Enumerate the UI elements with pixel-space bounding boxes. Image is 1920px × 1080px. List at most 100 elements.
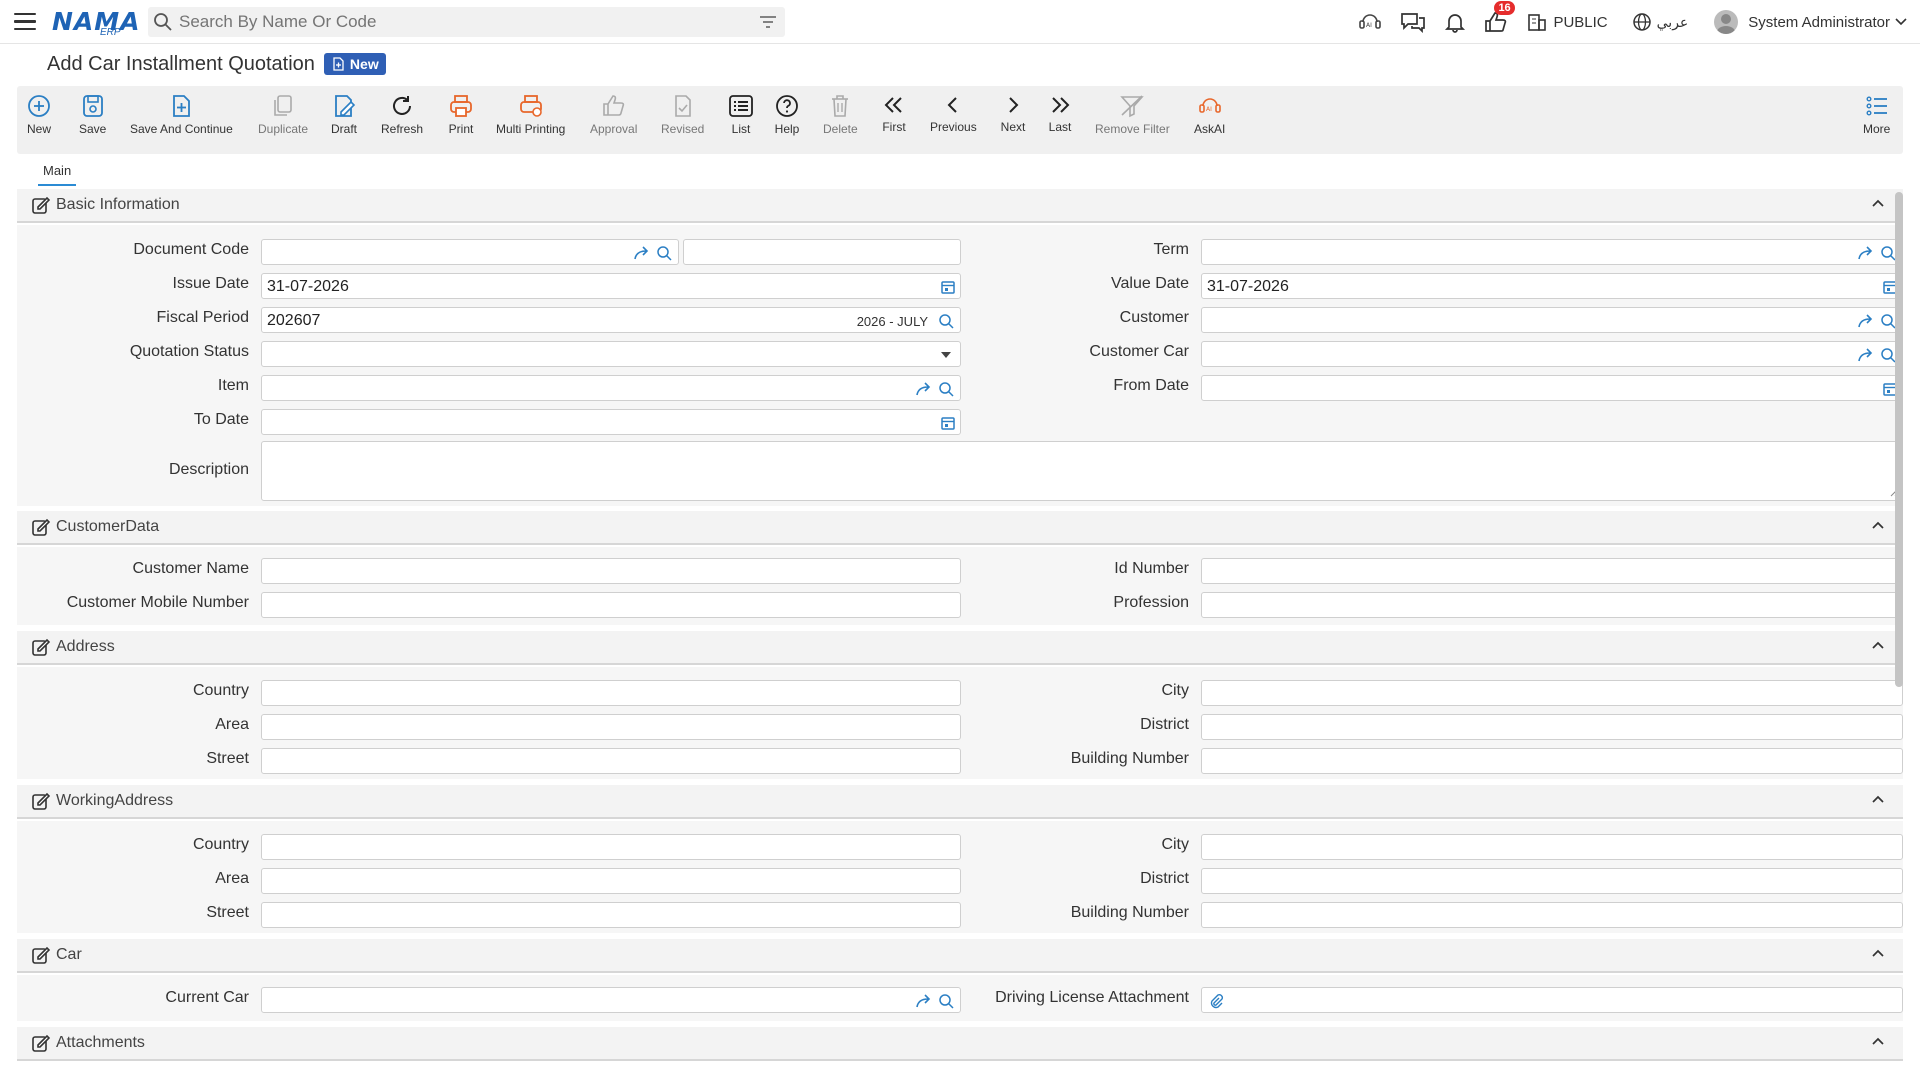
issue-date-input[interactable]: 31-07-2026 <box>261 273 961 299</box>
quotation-status-label: Quotation Status <box>129 343 249 360</box>
tab-main[interactable]: Main <box>38 163 77 186</box>
open-link-icon[interactable] <box>1857 313 1875 329</box>
save-button[interactable]: Save <box>79 94 106 136</box>
revised-button[interactable]: Revised <box>661 94 704 136</box>
bell-icon[interactable] <box>1444 11 1466 33</box>
open-link-icon[interactable] <box>1857 245 1875 261</box>
logo[interactable]: NAMA ERP <box>52 5 140 39</box>
section-address[interactable]: Address <box>17 631 1903 665</box>
refresh-button[interactable]: Refresh <box>381 94 423 136</box>
fiscal-period-tag: 2026 - JULY <box>856 314 928 329</box>
help-button[interactable]: Help <box>774 94 800 136</box>
work-country-input[interactable] <box>261 834 961 860</box>
building-icon <box>1528 14 1547 31</box>
filter-icon[interactable] <box>759 14 777 30</box>
chevron-up-icon[interactable] <box>1871 1036 1885 1046</box>
current-car-input[interactable] <box>261 987 961 1013</box>
last-button[interactable]: Last <box>1047 94 1073 134</box>
section-working-address[interactable]: WorkingAddress <box>17 785 1903 819</box>
chevron-up-icon[interactable] <box>1871 640 1885 650</box>
duplicate-button[interactable]: Duplicate <box>258 94 308 136</box>
remove-filter-button[interactable]: Remove Filter <box>1095 94 1170 136</box>
description-textarea[interactable] <box>261 441 1903 501</box>
profession-input[interactable] <box>1201 592 1903 618</box>
calendar-icon[interactable] <box>940 279 956 295</box>
document-code-input[interactable] <box>261 239 679 265</box>
previous-button[interactable]: Previous <box>930 94 977 134</box>
user-menu[interactable]: System Administrator <box>1714 10 1908 34</box>
search-lookup-icon[interactable] <box>938 993 956 1009</box>
save-and-continue-button[interactable]: Save And Continue <box>130 94 233 136</box>
chat-icon[interactable] <box>1400 11 1426 33</box>
approval-button[interactable]: Approval <box>590 94 637 136</box>
search-lookup-icon[interactable] <box>938 381 956 397</box>
customer-name-input[interactable] <box>261 558 961 584</box>
askai-button[interactable]: AI AskAI <box>1194 94 1225 136</box>
street-label: Street <box>206 750 249 767</box>
driving-license-label: Driving License Attachment <box>995 989 1189 1006</box>
section-basic-information[interactable]: Basic Information <box>17 189 1903 223</box>
edit-icon <box>32 638 50 656</box>
next-button[interactable]: Next <box>1000 94 1026 134</box>
customer-mobile-input[interactable] <box>261 592 961 618</box>
section-attachments[interactable]: Attachments <box>17 1027 1903 1061</box>
calendar-icon[interactable] <box>940 415 956 431</box>
customer-car-input[interactable] <box>1201 341 1903 367</box>
value-date-input[interactable]: 31-07-2026 <box>1201 273 1903 299</box>
scrollbar[interactable] <box>1895 192 1903 687</box>
open-link-icon[interactable] <box>915 381 933 397</box>
search-lookup-icon[interactable] <box>938 313 956 329</box>
work-building-number-input[interactable] <box>1201 902 1903 928</box>
id-number-input[interactable] <box>1201 558 1903 584</box>
section-customer-data[interactable]: CustomerData <box>17 511 1903 545</box>
paperclip-icon[interactable] <box>1208 993 1224 1009</box>
open-link-icon[interactable] <box>915 993 933 1009</box>
search-bar[interactable] <box>148 7 785 37</box>
draft-button[interactable]: Draft <box>331 94 357 136</box>
open-link-icon[interactable] <box>1857 347 1875 363</box>
chevron-up-icon[interactable] <box>1871 948 1885 958</box>
more-button[interactable]: More <box>1863 94 1890 136</box>
search-input[interactable] <box>179 12 739 32</box>
area-input[interactable] <box>261 714 961 740</box>
work-street-input[interactable] <box>261 902 961 928</box>
work-city-input[interactable] <box>1201 834 1903 860</box>
driving-license-attachment[interactable] <box>1201 987 1903 1013</box>
to-date-input[interactable] <box>261 409 961 435</box>
street-input[interactable] <box>261 748 961 774</box>
multi-printing-button[interactable]: Multi Printing <box>496 94 565 136</box>
list-button[interactable]: List <box>728 94 754 136</box>
city-input[interactable] <box>1201 680 1903 706</box>
country-input[interactable] <box>261 680 961 706</box>
search-lookup-icon[interactable] <box>656 245 674 261</box>
open-link-icon[interactable] <box>633 245 651 261</box>
ai-assistant-icon[interactable]: AI <box>1358 11 1382 33</box>
customer-car-label: Customer Car <box>1089 343 1189 360</box>
term-input[interactable] <box>1201 239 1903 265</box>
dropdown-caret-icon[interactable] <box>940 351 952 359</box>
work-area-input[interactable] <box>261 868 961 894</box>
company-selector[interactable]: PUBLIC <box>1526 11 1608 33</box>
district-input[interactable] <box>1201 714 1903 740</box>
new-button[interactable]: New <box>26 94 52 136</box>
from-date-input[interactable] <box>1201 375 1903 401</box>
delete-button[interactable]: Delete <box>823 94 858 136</box>
section-car[interactable]: Car <box>17 939 1903 973</box>
building-number-input[interactable] <box>1201 748 1903 774</box>
print-button[interactable]: Print <box>448 94 474 136</box>
first-button[interactable]: First <box>881 94 907 134</box>
work-building-number-label: Building Number <box>1070 904 1189 921</box>
section-body: Document Code Term Issue Date 31-07-2026… <box>17 225 1903 506</box>
language-selector[interactable]: عربي <box>1632 12 1688 32</box>
item-input[interactable] <box>261 375 961 401</box>
chevron-up-icon[interactable] <box>1871 198 1885 208</box>
likes-icon[interactable]: 16 <box>1484 1 1515 33</box>
quotation-status-select[interactable] <box>261 341 961 367</box>
customer-input[interactable] <box>1201 307 1903 333</box>
menu-icon[interactable] <box>14 12 36 31</box>
work-district-input[interactable] <box>1201 868 1903 894</box>
fiscal-period-input[interactable]: 202607 2026 - JULY <box>261 307 961 333</box>
document-code-secondary-input[interactable] <box>683 239 961 265</box>
chevron-up-icon[interactable] <box>1871 794 1885 804</box>
chevron-up-icon[interactable] <box>1871 520 1885 530</box>
